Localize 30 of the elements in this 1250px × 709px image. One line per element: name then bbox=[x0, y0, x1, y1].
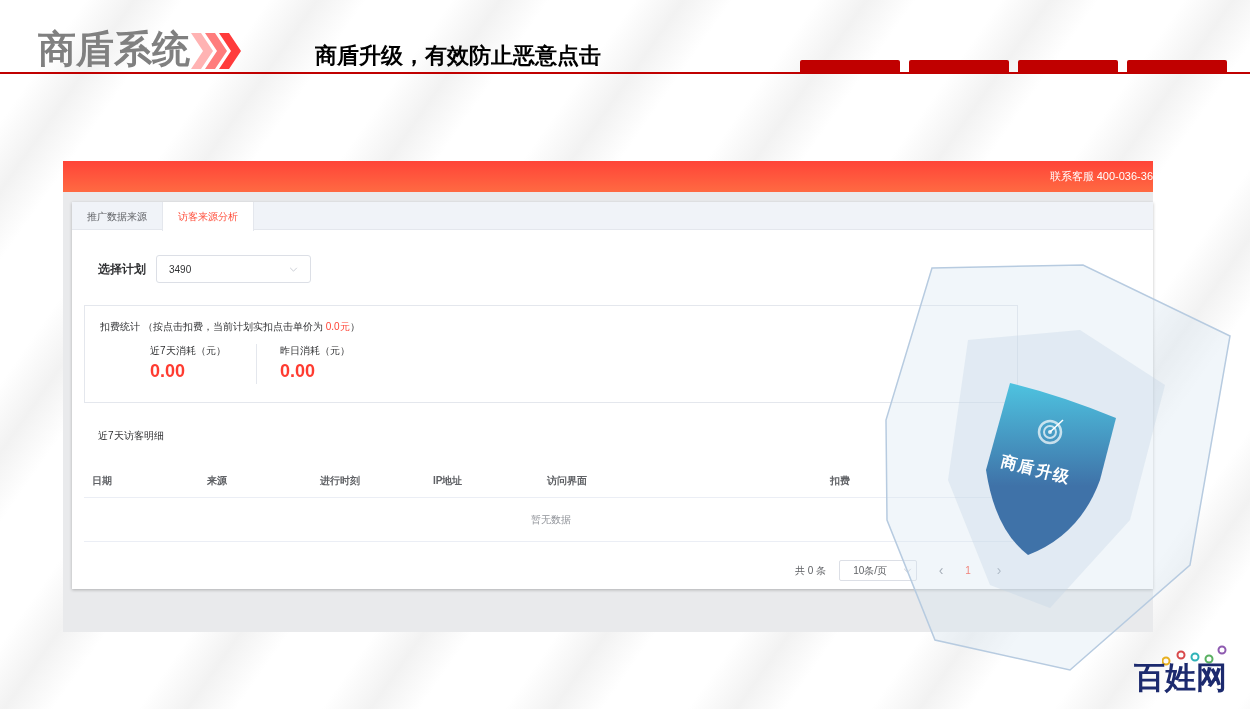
shield-label: 商盾升级 bbox=[998, 451, 1074, 489]
total-count: 共 0 条 bbox=[795, 564, 827, 578]
prev-page-button[interactable]: ‹ bbox=[934, 560, 949, 581]
slide-title: 商盾系统 bbox=[38, 27, 190, 72]
stat-value: 0.00 bbox=[150, 360, 187, 383]
column-header: 访问界面 bbox=[547, 473, 588, 488]
tab[interactable]: 访客来源分析 bbox=[162, 202, 254, 231]
column-header: 日期 bbox=[92, 473, 113, 488]
caret-icon bbox=[289, 266, 298, 272]
column-header: 扣费 bbox=[830, 473, 851, 488]
stat-value: 0.00 bbox=[280, 360, 317, 383]
section-title: 近7天访客明细 bbox=[98, 429, 165, 443]
empty-message: 暂无数据 bbox=[531, 513, 571, 527]
tab[interactable]: 推广数据来源 bbox=[72, 202, 162, 230]
column-header: 进行时刻 bbox=[320, 473, 361, 488]
column-header: IP地址 bbox=[433, 473, 464, 488]
chevrons-icon bbox=[191, 33, 241, 69]
plan-select[interactable]: 3490 bbox=[156, 255, 311, 283]
page-size-select[interactable]: 10条/页 bbox=[839, 560, 918, 581]
stat-label: 昨日消耗（元） bbox=[280, 344, 351, 358]
stats-note: （按点击扣费，当前计划实扣点击单价为 0.0元） bbox=[143, 320, 360, 334]
contact-text: 联系客服 400-036-36 bbox=[1049, 169, 1153, 185]
column-header: 来源 bbox=[207, 473, 228, 488]
stat-label: 近7天消耗（元） bbox=[150, 344, 227, 358]
logo-text: 百姓网 bbox=[1133, 661, 1227, 695]
stats-title: 扣费统计 bbox=[100, 320, 140, 334]
caret-icon bbox=[903, 568, 913, 573]
page-button[interactable]: 1 bbox=[962, 563, 975, 578]
slide-subtitle: 商盾升级，有效防止恶意点击 bbox=[315, 42, 601, 70]
field-label: 选择计划 bbox=[98, 261, 146, 278]
